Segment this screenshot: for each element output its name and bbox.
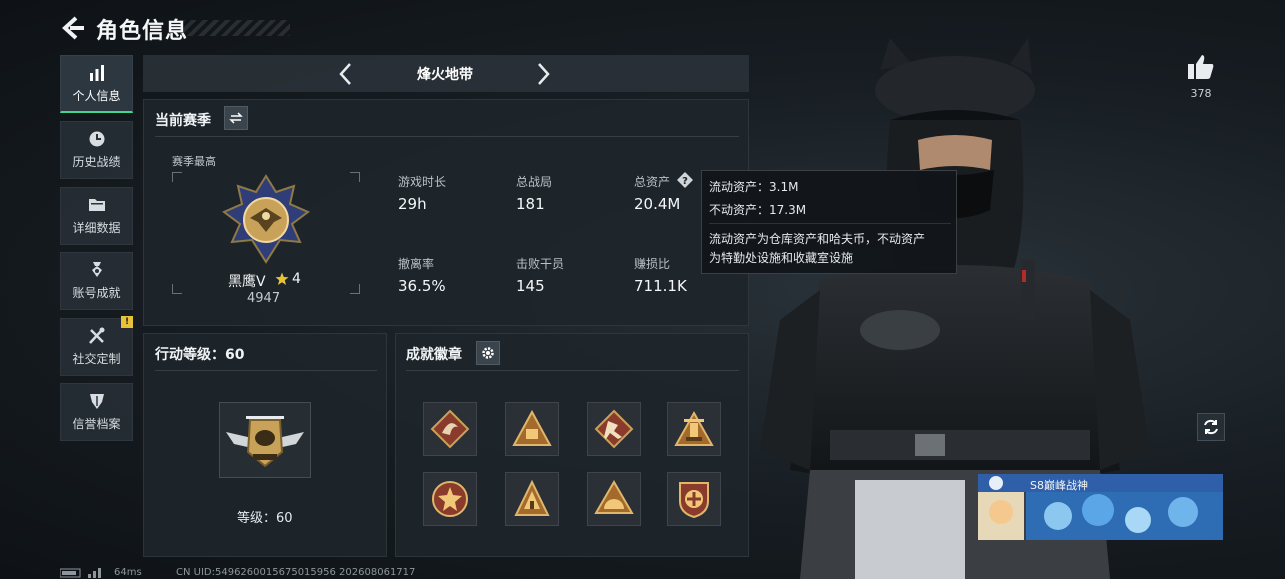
sidebar-item-label: 个人信息 [72, 88, 121, 103]
achievement-badge[interactable] [505, 402, 559, 456]
refresh-icon [1204, 419, 1218, 435]
sidebar-item-detail-data[interactable]: 详细数据 [60, 187, 133, 245]
stat-value: 36.5% [398, 277, 446, 295]
stat-value: 711.1K [634, 277, 687, 295]
stat-label: 总战局 [516, 175, 553, 189]
rank-stars: 4 [292, 271, 301, 287]
chevron-left-icon[interactable] [333, 60, 359, 88]
dragon-badge-icon [430, 409, 470, 449]
sidebar-item-history[interactable]: 历史战绩 [60, 121, 133, 179]
tooltip-description: 为特勤处设施和收藏室设施 [709, 251, 854, 265]
stat-value: 181 [516, 195, 545, 213]
runner-badge-icon [594, 409, 634, 449]
rank-name: 黑鹰V [228, 274, 266, 290]
refresh-button[interactable] [1197, 413, 1225, 441]
frame-corner [172, 284, 182, 294]
assets-tooltip: 流动资产：3.1M 不动资产：17.3M 流动资产为仓库资产和哈夫币，不动资产 … [701, 170, 957, 274]
achievement-badge[interactable] [423, 472, 477, 526]
sidebar-item-label: 账号成就 [72, 286, 121, 300]
frame-corner [350, 172, 360, 182]
signal-icon [60, 568, 101, 578]
uid-text: CN UID:5496260015675015956 202608061717 [176, 567, 416, 578]
tooltip-liquid-assets: 流动资产：3.1M [709, 180, 799, 194]
helicopter-emblem-icon [226, 416, 304, 468]
achievement-badge[interactable] [587, 402, 641, 456]
svg-text:?: ? [682, 176, 688, 187]
sidebar-item-label: 社交定制 [72, 352, 121, 366]
season-best-label: 赛季最高 [172, 155, 216, 168]
ping-text: 64ms [114, 567, 142, 578]
stat-value: 20.4M [634, 195, 681, 213]
achievements-divider [406, 370, 739, 371]
page-title: 角色信息 [96, 19, 189, 44]
rank-emblem-icon [222, 174, 310, 264]
star-shield-badge-icon [432, 481, 468, 517]
achievement-settings-button[interactable] [476, 341, 500, 365]
gear-icon [482, 347, 494, 359]
season-divider [155, 136, 739, 137]
frame-corner [350, 284, 360, 294]
rank-score: 4947 [247, 291, 281, 306]
back-arrow-icon[interactable] [58, 14, 86, 42]
stat-label: 总资产 [634, 175, 671, 189]
pyramid-badge-icon [512, 409, 552, 446]
like-count: 378 [1190, 87, 1212, 100]
medal-icon [91, 262, 102, 277]
thumbs-up-icon[interactable] [1186, 52, 1216, 82]
cross-shield-badge-icon [679, 482, 709, 519]
sidebar-item-credit-record[interactable]: 信誉档案 [60, 383, 133, 441]
stat-value: 29h [398, 195, 427, 213]
folder-icon [88, 199, 105, 211]
switch-season-button[interactable] [224, 106, 248, 130]
action-level-title: 行动等级：60 [155, 347, 245, 363]
frame-corner [172, 172, 182, 182]
tools-icon [88, 327, 104, 344]
tooltip-description: 流动资产为仓库资产和哈夫币，不动资产 [709, 232, 926, 246]
stat-label: 撤离率 [398, 257, 435, 271]
bar-chart-icon [89, 64, 104, 81]
sidebar-item-achievements[interactable]: 账号成就 [60, 252, 133, 310]
season-title: 当前赛季 [155, 113, 211, 129]
shield-icon [89, 394, 104, 409]
stat-value: 145 [516, 277, 545, 295]
help-icon[interactable]: ? [676, 171, 694, 189]
star-icon [275, 272, 289, 285]
stat-label: 击败干员 [516, 257, 565, 271]
tower-badge-icon [674, 410, 714, 446]
action-level-divider [155, 370, 377, 371]
achievement-badge[interactable] [587, 472, 641, 526]
mode-name: 烽火地带 [417, 67, 473, 83]
tent-badge-icon [514, 479, 550, 516]
stat-label: 赚损比 [634, 257, 671, 271]
sidebar-item-label: 详细数据 [72, 221, 121, 235]
clock-icon [89, 131, 104, 147]
swap-icon [229, 112, 243, 124]
sidebar-item-label: 历史战绩 [72, 155, 121, 169]
title-tag: S8巅峰战神 [1030, 479, 1088, 492]
tooltip-fixed-assets: 不动资产：17.3M [709, 203, 807, 217]
title-decoration [180, 20, 290, 36]
tooltip-divider [709, 223, 951, 224]
stat-label: 游戏时长 [398, 175, 447, 189]
sidebar-item-label: 信誉档案 [72, 417, 121, 431]
achievement-badge[interactable] [505, 472, 559, 526]
achievement-badge[interactable] [667, 472, 721, 526]
achievement-badge[interactable] [667, 402, 721, 456]
achievement-badge[interactable] [423, 402, 477, 456]
achievements-title: 成就徽章 [406, 347, 462, 363]
title-card-banner [978, 474, 1223, 540]
level-text: 等级：60 [237, 511, 293, 526]
sun-badge-icon [594, 480, 634, 514]
notification-badge: ! [121, 316, 133, 328]
chevron-right-icon[interactable] [530, 60, 556, 88]
sidebar-item-personal-info[interactable]: 个人信息 [60, 55, 133, 113]
